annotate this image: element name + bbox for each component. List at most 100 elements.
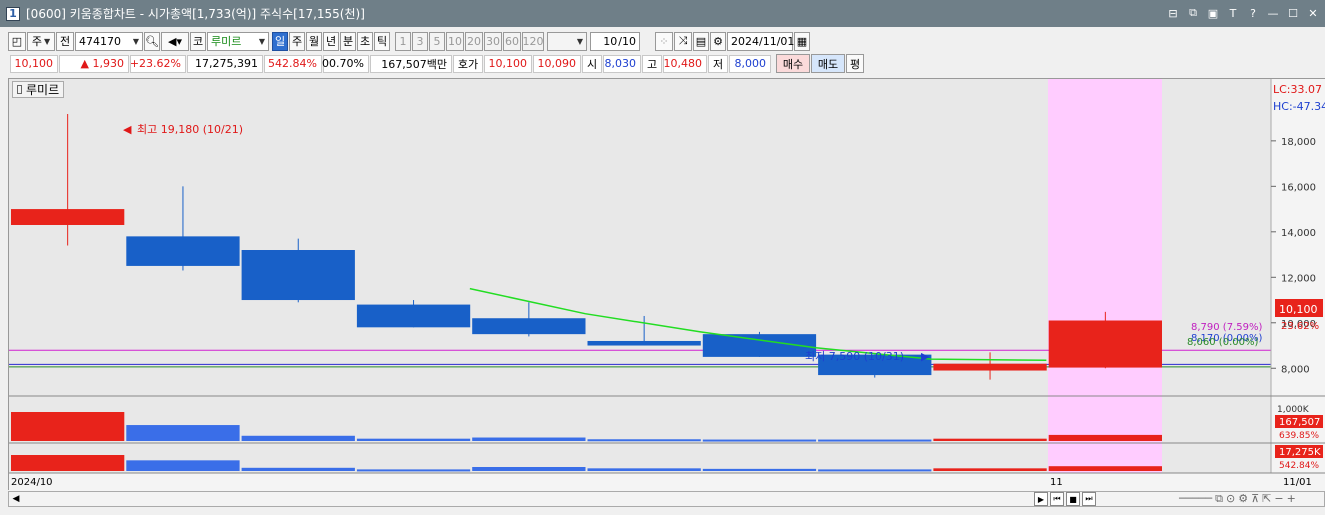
help-icon[interactable]: ? — [1245, 5, 1261, 21]
search-icon[interactable]: 🔍︎ — [144, 31, 160, 51]
lock-icon[interactable]: ▣ — [1205, 5, 1221, 21]
period-year-button[interactable]: 년 — [323, 31, 339, 51]
minute-button[interactable]: 20 — [465, 31, 483, 51]
zoom-controls: ───── ⧉ ⊙ ⚙ ⊼ ⇱ − + — [1179, 492, 1296, 506]
evaluate-button[interactable]: 평 — [846, 54, 864, 73]
period-buttons: 일 주 월 년 분 초 틱 — [272, 31, 391, 51]
gear-icon[interactable]: ⚙ — [710, 31, 726, 51]
amount-bar — [818, 469, 932, 472]
window-number: 1 — [6, 6, 20, 21]
code-input[interactable]: 474170 ▼ — [75, 31, 143, 51]
chart-scrollbar[interactable]: ◀ ▶ ⏮ ■ ⏭ ───── ⧉ ⊙ ⚙ ⊼ ⇱ − + — [8, 491, 1325, 507]
period-week-button[interactable]: 주 — [289, 31, 305, 51]
plus-icon[interactable]: + — [1287, 492, 1296, 506]
stock-tag[interactable]: 루미르 — [12, 81, 65, 98]
open-price: 8,030 — [603, 54, 641, 73]
turnover-value: 00.70% — [322, 54, 369, 73]
candle-body — [11, 209, 125, 225]
forward-icon[interactable]: ⏭ — [1082, 492, 1096, 506]
minute-button[interactable]: 120 — [522, 31, 544, 51]
chart-icon[interactable]: ⁘ — [655, 31, 673, 51]
y-tick-label: 16,000 — [1281, 182, 1316, 193]
chevron-down-icon: ▼ — [43, 36, 51, 46]
amount-bar — [587, 468, 701, 471]
period-select[interactable]: 주 ▼ — [27, 31, 55, 51]
minimize-icon[interactable]: — — [1265, 5, 1281, 21]
amount-bar — [933, 468, 1047, 471]
chevron-down-icon: ▼ — [132, 36, 139, 46]
title-bar: 1 [0600] 키움종합차트 - 시가총액[1,733(억)] 주식수[17,… — [0, 0, 1325, 27]
period-second-button[interactable]: 초 — [357, 31, 373, 51]
stop-icon[interactable]: ■ — [1066, 492, 1080, 506]
minute-button[interactable]: 3 — [412, 31, 428, 51]
tool-icon[interactable]: ⊼ — [1251, 492, 1259, 506]
count-input[interactable]: 10/10 — [590, 31, 640, 51]
candle-body — [1048, 320, 1162, 368]
candle-body — [356, 304, 471, 328]
copy-icon[interactable]: ⧉ — [1215, 492, 1223, 506]
sound-icon[interactable]: ◀▾ — [161, 31, 189, 51]
layout-icon[interactable]: ◰ — [8, 31, 26, 51]
buy-button[interactable]: 매수 — [776, 54, 810, 73]
amount-bar — [126, 460, 240, 471]
sell-button[interactable]: 매도 — [811, 54, 845, 73]
low-arrow: ▶ — [921, 350, 930, 363]
period-month-button[interactable]: 월 — [306, 31, 322, 51]
volume-bar — [702, 439, 817, 442]
minute-button[interactable]: 5 — [429, 31, 445, 51]
minute-button[interactable]: 30 — [484, 31, 502, 51]
interval-select[interactable]: ▼ — [547, 31, 587, 51]
font-icon[interactable]: T — [1225, 5, 1241, 21]
period-day-button[interactable]: 일 — [272, 31, 288, 51]
vol-pct: 639.85% — [1279, 431, 1319, 441]
play-icon[interactable]: ▶ — [1034, 492, 1048, 506]
chart-area[interactable]: 8,000 10,000 12,000 14,000 16,000 18,000 2024… — [8, 78, 1325, 491]
vol-value: 167,507 — [1279, 417, 1320, 428]
crosshair-icon[interactable]: ⤨ — [674, 31, 692, 51]
candle-body — [587, 340, 701, 346]
rewind-icon[interactable]: ⏮ — [1050, 492, 1064, 506]
low-label: 저 — [708, 54, 728, 73]
stock-tag-label: 루미르 — [26, 83, 60, 97]
collapse-icon — [17, 85, 22, 94]
vol2-pct: 542.84% — [1279, 461, 1319, 471]
minus-icon[interactable]: − — [1274, 492, 1283, 506]
last-pct-label: 23.62% — [1281, 321, 1319, 332]
x-label-right: 11/01 — [1283, 477, 1312, 488]
x-label-mid: 11 — [1050, 477, 1063, 488]
window-title: [0600] 키움종합차트 - 시가총액[1,733(억)] 주식수[17,15… — [26, 7, 365, 21]
minute-button[interactable]: 60 — [503, 31, 521, 51]
minute-buttons: 1 3 5 10 20 30 60 120 — [395, 31, 545, 51]
link-icon[interactable]: ⊙ — [1226, 492, 1235, 506]
period-tick-button[interactable]: 틱 — [374, 31, 390, 51]
period-minute-button[interactable]: 분 — [340, 31, 356, 51]
hc-label: HC:-47.34 — [1273, 100, 1325, 113]
chevron-down-icon: ▼ — [576, 36, 583, 46]
calendar-icon[interactable]: ▦ — [794, 31, 810, 51]
zoom-slider-icon[interactable]: ───── — [1179, 492, 1212, 506]
x-label-left: 2024/10 — [11, 477, 53, 488]
close-icon[interactable]: ✕ — [1305, 5, 1321, 21]
amount-bar — [472, 467, 586, 471]
ref-line-label3: 8,060 (0.00%) — [1187, 337, 1258, 348]
restore-icon[interactable]: ⧉ — [1185, 5, 1201, 21]
stock-name-field[interactable]: 루미르 ▼ — [207, 31, 269, 51]
save-icon[interactable]: ▤ — [693, 31, 709, 51]
prev-button[interactable]: 전 — [56, 31, 74, 51]
minute-button[interactable]: 1 — [395, 31, 411, 51]
link-icon[interactable]: ⊟ — [1165, 5, 1181, 21]
maximize-icon[interactable]: ☐ — [1285, 5, 1301, 21]
candle-body — [126, 236, 240, 266]
code-type-button[interactable]: 코 — [190, 31, 206, 51]
open-label: 시 — [582, 54, 602, 73]
date-input[interactable]: 2024/11/01 — [727, 31, 794, 51]
candle-body — [933, 363, 1047, 371]
minute-button[interactable]: 10 — [446, 31, 464, 51]
price-change: ▲ 1,930 — [59, 54, 129, 73]
arrows-icon[interactable]: ⇱ — [1262, 492, 1271, 506]
scroll-left-icon[interactable]: ◀ — [9, 494, 23, 504]
gear-icon[interactable]: ⚙ — [1238, 492, 1248, 506]
candlestick-chart[interactable]: 8,00010,00012,00014,00016,00018,000 2024… — [9, 79, 1325, 491]
low-annotation: 최저 7,590 (10/31) — [805, 350, 904, 363]
bid-price: 10,090 — [533, 54, 581, 73]
